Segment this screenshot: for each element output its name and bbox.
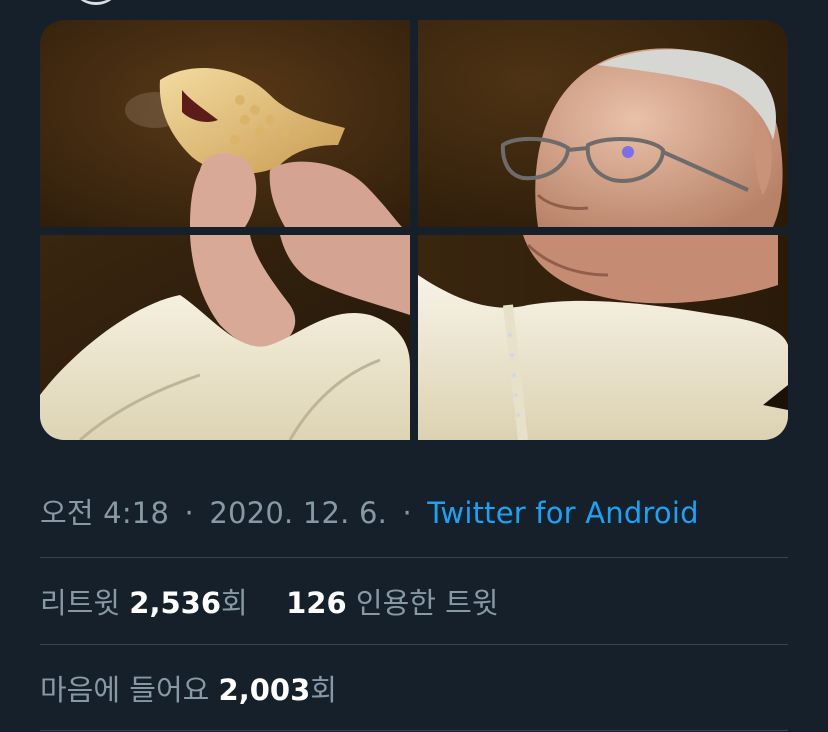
tweet-detail: 오전 4:18 · 2020. 12. 6. · Twitter for And… [0, 0, 828, 732]
divider [40, 730, 788, 731]
media-grid [40, 20, 788, 440]
media-tile-4[interactable] [418, 235, 788, 440]
media-tile-2[interactable] [418, 20, 788, 227]
media-tile-1[interactable] [40, 20, 410, 227]
retweets-stat[interactable]: 리트윗 2,536회 [40, 586, 257, 620]
media-image-1 [40, 20, 410, 227]
retweets-count: 2,536 [129, 586, 221, 620]
retweets-label: 리트윗 [40, 586, 121, 620]
media-image-3 [40, 235, 410, 440]
quote-tweets-count: 126 [286, 586, 347, 620]
quote-tweets-label: 인용한 트윗 [355, 586, 499, 620]
divider [40, 557, 788, 558]
avatar[interactable] [70, 0, 122, 5]
divider [40, 644, 788, 645]
likes-suffix: 회 [310, 673, 337, 707]
media-image-4 [418, 235, 788, 440]
tweet-source-link[interactable]: Twitter for Android [427, 496, 698, 530]
likes-stat[interactable]: 마음에 들어요 2,003회 [40, 673, 337, 707]
tweet-date[interactable]: 2020. 12. 6. [209, 496, 387, 530]
meta-separator: · [402, 496, 412, 530]
tweet-time[interactable]: 오전 4:18 [40, 496, 169, 530]
tweet-meta: 오전 4:18 · 2020. 12. 6. · Twitter for And… [40, 490, 699, 532]
meta-separator: · [184, 496, 194, 530]
media-image-2 [418, 20, 788, 227]
retweets-suffix: 회 [221, 586, 248, 620]
media-tile-3[interactable] [40, 235, 410, 440]
retweet-stats: 리트윗 2,536회 126 인용한 트윗 [40, 580, 499, 622]
like-stats: 마음에 들어요 2,003회 [40, 667, 337, 709]
likes-label: 마음에 들어요 [40, 673, 210, 707]
likes-count: 2,003 [218, 673, 311, 707]
quote-tweets-stat[interactable]: 126 인용한 트윗 [286, 586, 498, 620]
